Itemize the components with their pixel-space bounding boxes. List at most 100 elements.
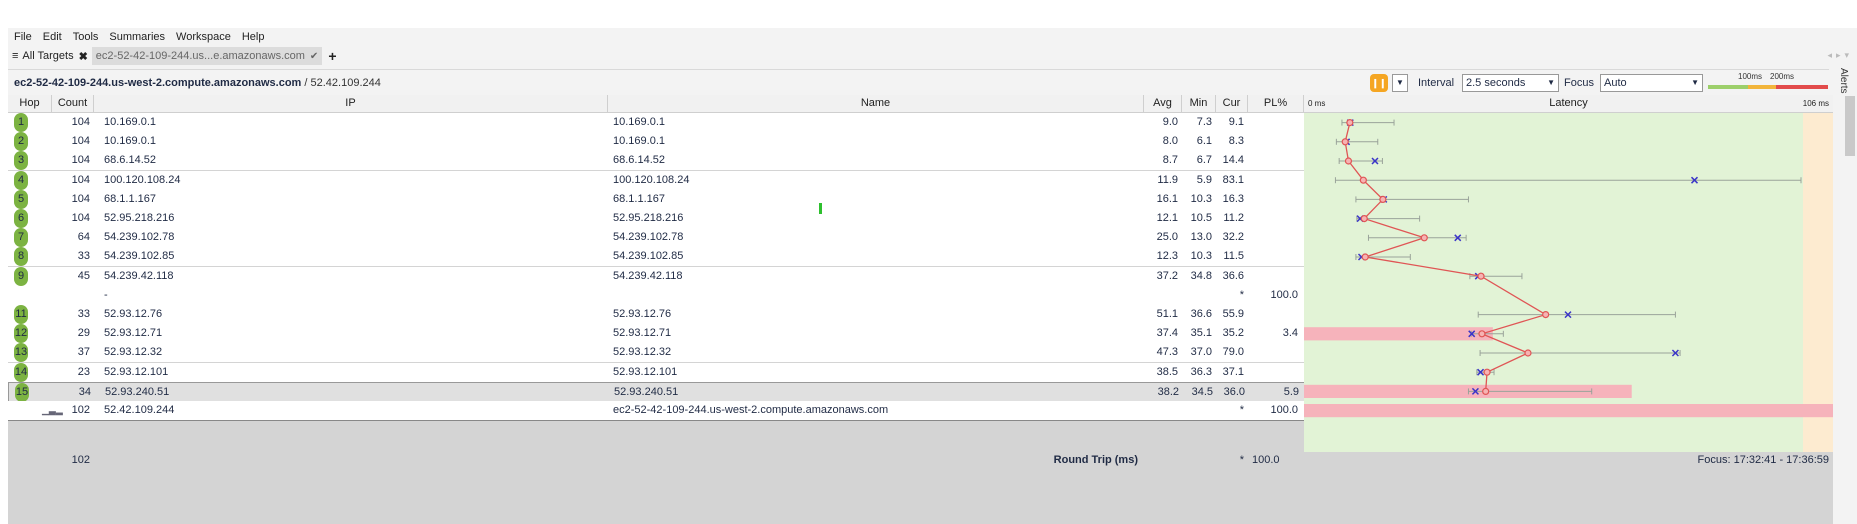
latency-avg-point [1359, 176, 1367, 184]
tab-scroll-arrows[interactable]: ◂▸▾ [1827, 50, 1853, 61]
tab-target-label: ec2-52-42-109-244.us...e.amazonaws.com [95, 50, 305, 62]
cell-cur: 36.6 [1222, 269, 1244, 282]
col-cur[interactable]: Cur [1216, 95, 1248, 112]
cell-ip: 68.1.1.167 [104, 192, 156, 205]
cell-avg: 38.2 [1157, 385, 1179, 398]
menu-edit[interactable]: Edit [43, 31, 62, 43]
summary-pl: 100.0 [1252, 454, 1280, 466]
interval-value: 2.5 seconds [1466, 77, 1526, 89]
col-avg[interactable]: Avg [1144, 95, 1182, 112]
cell-cur: 36.0 [1223, 385, 1245, 398]
table-row[interactable]: 12 29 52.93.12.71 52.93.12.71 37.4 35.1 35.2 3.… [8, 324, 1308, 344]
cell-name: 10.169.0.1 [613, 135, 665, 148]
packet-loss-bar [1304, 327, 1493, 341]
latency-avg-point [1361, 253, 1369, 261]
alerts-panel-tab[interactable]: Alerts [1838, 68, 1849, 94]
latency-avg-point [1341, 138, 1349, 146]
table-row[interactable]: - * 100.0 [8, 285, 1308, 305]
menu-workspace[interactable]: Workspace [176, 31, 231, 43]
table-row[interactable]: 7 64 54.239.102.78 54.239.102.78 25.0 13.0 32.… [8, 228, 1308, 248]
col-hop[interactable]: Hop [8, 95, 52, 112]
table-row[interactable]: 2 104 10.169.0.1 10.169.0.1 8.0 6.1 8.3 [8, 132, 1308, 152]
table-row[interactable]: 6 104 52.95.218.216 52.95.218.216 12.1 10.5 11… [8, 209, 1308, 228]
cell-cur: 55.9 [1222, 308, 1244, 320]
col-count[interactable]: Count [52, 95, 94, 112]
latency-avg-point [1420, 234, 1428, 242]
cell-name: 52.93.12.71 [613, 327, 672, 340]
cell-name: 54.239.42.118 [613, 269, 683, 282]
col-min[interactable]: Min [1182, 95, 1216, 112]
cell-cur: 83.1 [1222, 173, 1244, 186]
cell-min: 36.3 [1190, 365, 1212, 378]
hop-badge: 6 [14, 209, 28, 228]
cell-avg: 12.3 [1156, 250, 1178, 263]
chevron-down-icon: ▼ [1691, 78, 1699, 87]
target-hostname: ec2-52-42-109-244.us-west-2.compute.amaz… [14, 77, 302, 89]
hop-badge: 2 [14, 132, 28, 152]
menu-tools[interactable]: Tools [73, 31, 99, 43]
cell-min: 37.0 [1190, 346, 1212, 359]
latency-avg-point [1344, 157, 1353, 165]
focus-select[interactable]: Auto ▼ [1600, 74, 1703, 92]
table-row[interactable]: 14 23 52.93.12.101 52.93.12.101 38.5 36.3 37.1 [8, 362, 1308, 382]
latency-avg-point [1379, 195, 1387, 204]
col-latency[interactable]: 0 ms Latency 106 ms [1304, 95, 1833, 112]
latency-avg-point [1524, 349, 1532, 357]
cell-cur: 79.0 [1222, 346, 1244, 359]
cell-pl [1248, 190, 1298, 209]
col-name[interactable]: Name [608, 95, 1144, 112]
close-icon[interactable]: ✖ [79, 50, 88, 63]
table-row[interactable]: 3 104 68.6.14.52 68.6.14.52 8.7 6.7 14.4 [8, 151, 1308, 171]
col-pl[interactable]: PL% [1248, 95, 1304, 112]
cell-ip: 68.6.14.52 [104, 154, 156, 167]
target-toolbar: ec2-52-42-109-244.us-west-2.compute.amaz… [8, 69, 1829, 96]
cell-ip: 52.93.12.101 [104, 365, 169, 378]
menu-summaries[interactable]: Summaries [109, 31, 165, 43]
trace-grid: Hop Count IP Name Avg Min Cur PL% 0 ms L… [8, 95, 1833, 524]
menu-file[interactable]: File [14, 31, 32, 43]
hop-badge: 9 [14, 266, 28, 286]
tab-target[interactable]: ec2-52-42-109-244.us...e.amazonaws.com ✔ [91, 47, 323, 65]
tab-all-targets-label: All Targets [22, 50, 74, 62]
app-window: File Edit Tools Summaries Workspace Help… [8, 28, 1857, 524]
cell-name: ec2-52-42-109-244.us-west-2.compute.amaz… [613, 404, 889, 416]
hop-badge: 12 [14, 324, 28, 344]
table-row[interactable]: 5 104 68.1.1.167 68.1.1.167 16.1 10.3 16.3 [8, 189, 1308, 209]
table-row[interactable]: ▁▃▂ 102 52.42.109.244 ec2-52-42-109-244.us-… [8, 401, 1308, 421]
cell-name [613, 286, 1133, 305]
latency-avg-point [1482, 387, 1490, 395]
interval-select[interactable]: 2.5 seconds ▼ [1462, 74, 1559, 92]
cell-cur: 32.2 [1222, 231, 1244, 244]
table-row[interactable]: 13 37 52.93.12.32 52.93.12.32 47.3 37.0 79.0 [8, 343, 1308, 363]
col-ip[interactable]: IP [94, 95, 608, 112]
latency-max-label: 106 ms [1802, 99, 1829, 108]
menu-help[interactable]: Help [242, 31, 265, 43]
cell-min: 10.3 [1190, 192, 1212, 205]
cell-pl [1248, 171, 1298, 190]
table-row[interactable]: 1 104 10.169.0.1 10.169.0.1 9.0 7.3 9.1 [8, 113, 1308, 132]
pause-button[interactable]: ❙❙ [1370, 74, 1388, 92]
cell-avg: 25.0 [1156, 231, 1178, 244]
cell-pl [1248, 267, 1298, 286]
table-row[interactable]: 15 34 52.93.240.51 52.93.240.51 38.2 34.5 36.0… [8, 381, 1313, 403]
tab-all-targets[interactable]: ≡ All Targets ✖ [8, 47, 92, 65]
scale-yellow [1748, 85, 1776, 89]
cell-pl: 100.0 [1270, 404, 1298, 416]
vertical-scrollbar[interactable] [1845, 96, 1855, 156]
add-tab-button[interactable]: + [328, 48, 336, 64]
cell-count: 104 [71, 154, 90, 167]
cell-name: 68.6.14.52 [613, 154, 665, 167]
table-row[interactable]: 9 45 54.239.42.118 54.239.42.118 37.2 34.8 36.… [8, 266, 1308, 286]
table-row[interactable]: 11 33 52.93.12.76 52.93.12.76 51.1 36.6 55.9 [8, 305, 1308, 324]
cell-ip: 52.95.218.216 [104, 212, 175, 224]
table-row[interactable]: 8 33 54.239.102.85 54.239.102.85 12.3 10.3 11.… [8, 247, 1308, 267]
cell-count [52, 286, 90, 305]
table-row[interactable]: 4 104 100.120.108.24 100.120.108.24 11.9 5.9 8… [8, 170, 1308, 190]
cell-cur: 37.1 [1222, 365, 1244, 378]
pause-dropdown[interactable]: ▼ [1392, 74, 1408, 92]
latency-avg-point [1360, 214, 1368, 223]
cell-name: 100.120.108.24 [613, 173, 690, 186]
cell-name: 54.239.102.85 [613, 250, 684, 263]
cell-min [1182, 401, 1212, 420]
cell-pl: 5.9 [1283, 385, 1299, 398]
